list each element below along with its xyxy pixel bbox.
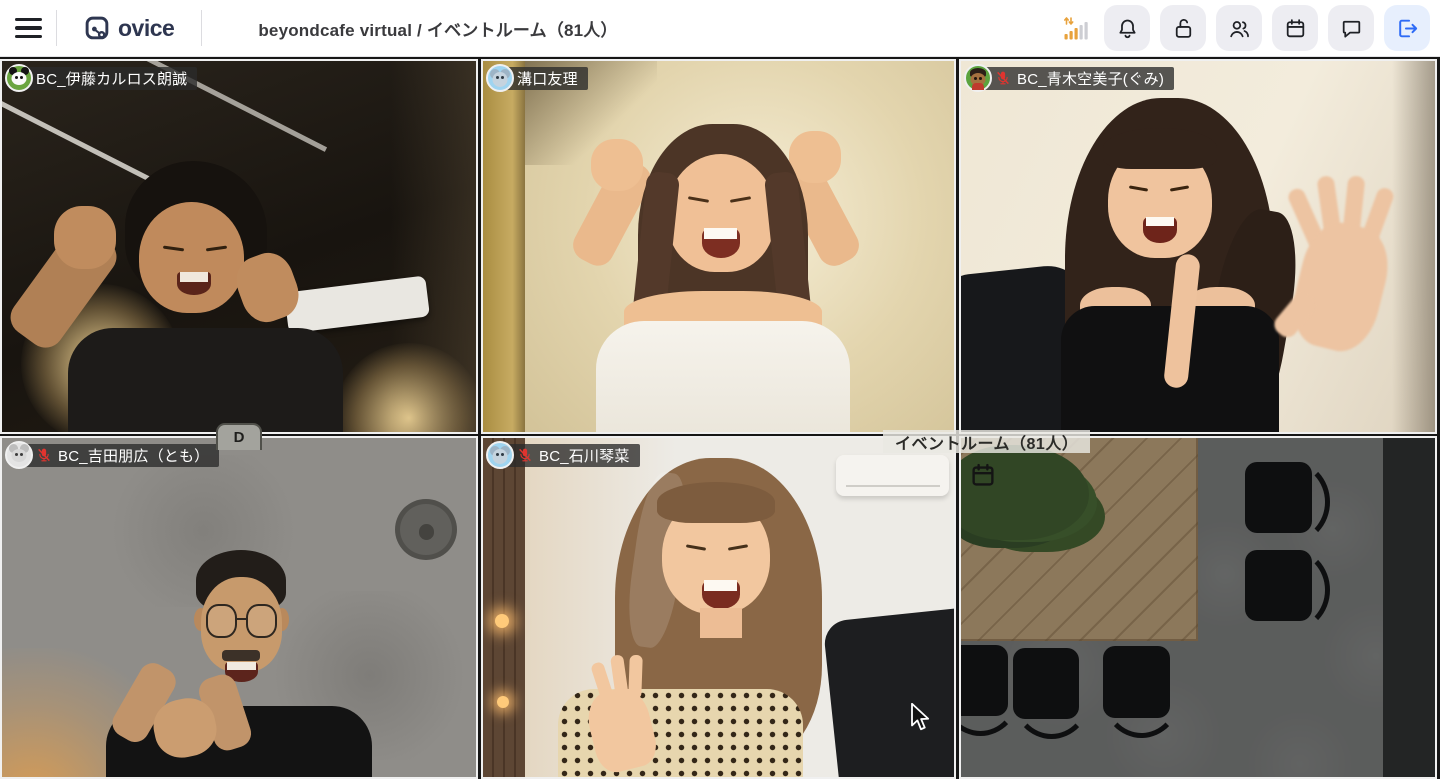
network-bars-icon bbox=[1064, 17, 1088, 40]
map-zone-tag[interactable]: D bbox=[216, 423, 262, 450]
mouse-cursor bbox=[910, 702, 932, 738]
divider bbox=[201, 10, 203, 46]
ovice-logo-icon bbox=[85, 16, 109, 39]
wall-shade bbox=[390, 61, 476, 432]
lock-open-icon bbox=[1175, 18, 1191, 38]
video-grid: BC_伊藤カルロス朗誠 溝口友理 BC_青木空美子(ぐみ) BC_吉田朋広（とも… bbox=[0, 57, 1440, 779]
virtual-space-map[interactable] bbox=[959, 436, 1437, 779]
chat-button[interactable] bbox=[1328, 5, 1374, 51]
participant-namebar: BC_伊藤カルロス朗誠 bbox=[5, 64, 198, 92]
video-feed bbox=[483, 61, 954, 432]
participant-name: BC_青木空美子(ぐみ) bbox=[1017, 70, 1165, 88]
video-tile-ishikawa[interactable]: BC_石川琴菜 bbox=[481, 436, 956, 779]
participant-name: 溝口友理 bbox=[517, 70, 578, 88]
vent-dot bbox=[419, 524, 435, 540]
wall-shade bbox=[1392, 61, 1435, 432]
video-tile-ito[interactable]: BC_伊藤カルロス朗誠 bbox=[0, 59, 478, 434]
face-shape bbox=[139, 201, 244, 314]
wood-slat-wall bbox=[483, 438, 526, 777]
leave-icon bbox=[1398, 19, 1417, 37]
neck-shape bbox=[699, 607, 743, 638]
bangs-shape bbox=[657, 482, 776, 523]
slat-lamp bbox=[497, 695, 510, 708]
members-button[interactable] bbox=[1216, 5, 1262, 51]
ovice-app: ovice beyondcafe virtual / イベントルーム（81人） bbox=[0, 0, 1440, 779]
ac-vent-line bbox=[845, 485, 940, 488]
teeth-shape bbox=[1145, 216, 1175, 227]
ovice-logo-text: ovice bbox=[118, 14, 175, 41]
avatar-koala bbox=[5, 441, 33, 469]
map-calendar-object[interactable] bbox=[968, 460, 998, 495]
menu-button[interactable] bbox=[0, 0, 56, 56]
mustache-shape bbox=[222, 649, 261, 661]
bell-icon bbox=[1118, 19, 1136, 38]
lock-button[interactable] bbox=[1160, 5, 1206, 51]
teeth-shape bbox=[704, 227, 738, 240]
participant-namebar: BC_吉田朋広（とも） bbox=[5, 441, 220, 469]
teeth-shape bbox=[179, 272, 209, 282]
map-floor bbox=[961, 438, 1435, 777]
chat-icon bbox=[1342, 20, 1360, 38]
shirt-shape bbox=[596, 320, 851, 432]
topbar: ovice beyondcafe virtual / イベントルーム（81人） bbox=[0, 0, 1440, 57]
fist-shape bbox=[789, 131, 841, 184]
people-icon bbox=[1229, 20, 1249, 37]
avatar-person bbox=[964, 64, 992, 92]
calendar-icon bbox=[972, 463, 994, 486]
video-feed bbox=[483, 438, 954, 777]
chair-back bbox=[822, 606, 954, 777]
map-room-label[interactable]: イベントルーム（81人） bbox=[883, 430, 1091, 453]
participant-namebar: BC_石川琴菜 bbox=[486, 441, 640, 469]
video-feed bbox=[2, 61, 476, 432]
video-tile-yoshida[interactable]: BC_吉田朋広（とも） bbox=[0, 436, 478, 779]
calendar-button[interactable] bbox=[1272, 5, 1318, 51]
palm-shape bbox=[1283, 215, 1397, 359]
map-dim-overlay bbox=[961, 438, 1435, 777]
hand-shape bbox=[54, 205, 116, 269]
calendar-icon bbox=[1286, 18, 1304, 37]
notifications-button[interactable] bbox=[1104, 5, 1150, 51]
hamburger-icon bbox=[14, 18, 42, 38]
video-tile-aoki[interactable]: BC_青木空美子(ぐみ) bbox=[959, 59, 1437, 434]
room-title: beyondcafe virtual / イベントルーム（81人） bbox=[258, 20, 618, 40]
teeth-shape bbox=[704, 580, 738, 592]
participant-name: BC_吉田朋広（とも） bbox=[58, 447, 210, 465]
avatar-elephant bbox=[486, 441, 514, 469]
participant-namebar: BC_青木空美子(ぐみ) bbox=[964, 64, 1175, 92]
avatar-elephant bbox=[486, 64, 514, 92]
participant-namebar: 溝口友理 bbox=[486, 64, 588, 92]
mic-muted-icon bbox=[997, 71, 1009, 85]
avatar-panda bbox=[5, 64, 33, 92]
glasses-lens bbox=[246, 604, 277, 638]
network-status-indicator[interactable] bbox=[1056, 6, 1098, 50]
ac-unit bbox=[836, 454, 950, 496]
video-tile-mizoguchi[interactable]: 溝口友理 bbox=[481, 59, 956, 434]
bangs-shape bbox=[1103, 127, 1217, 169]
wall-band bbox=[483, 61, 526, 432]
mic-muted-icon bbox=[38, 448, 50, 462]
leave-button[interactable] bbox=[1384, 5, 1430, 51]
video-feed bbox=[961, 61, 1435, 432]
ovice-logo[interactable]: ovice bbox=[57, 15, 201, 42]
glasses-bridge bbox=[237, 617, 247, 621]
teeth-shape bbox=[227, 661, 256, 670]
mic-muted-icon bbox=[519, 448, 531, 462]
fist-shape bbox=[591, 138, 644, 191]
glasses-lens bbox=[205, 604, 237, 638]
participant-name: BC_石川琴菜 bbox=[539, 447, 630, 465]
slat-lamp bbox=[494, 614, 509, 629]
body-shape bbox=[68, 328, 344, 432]
video-feed bbox=[2, 438, 476, 777]
participant-name: BC_伊藤カルロス朗誠 bbox=[36, 70, 188, 88]
